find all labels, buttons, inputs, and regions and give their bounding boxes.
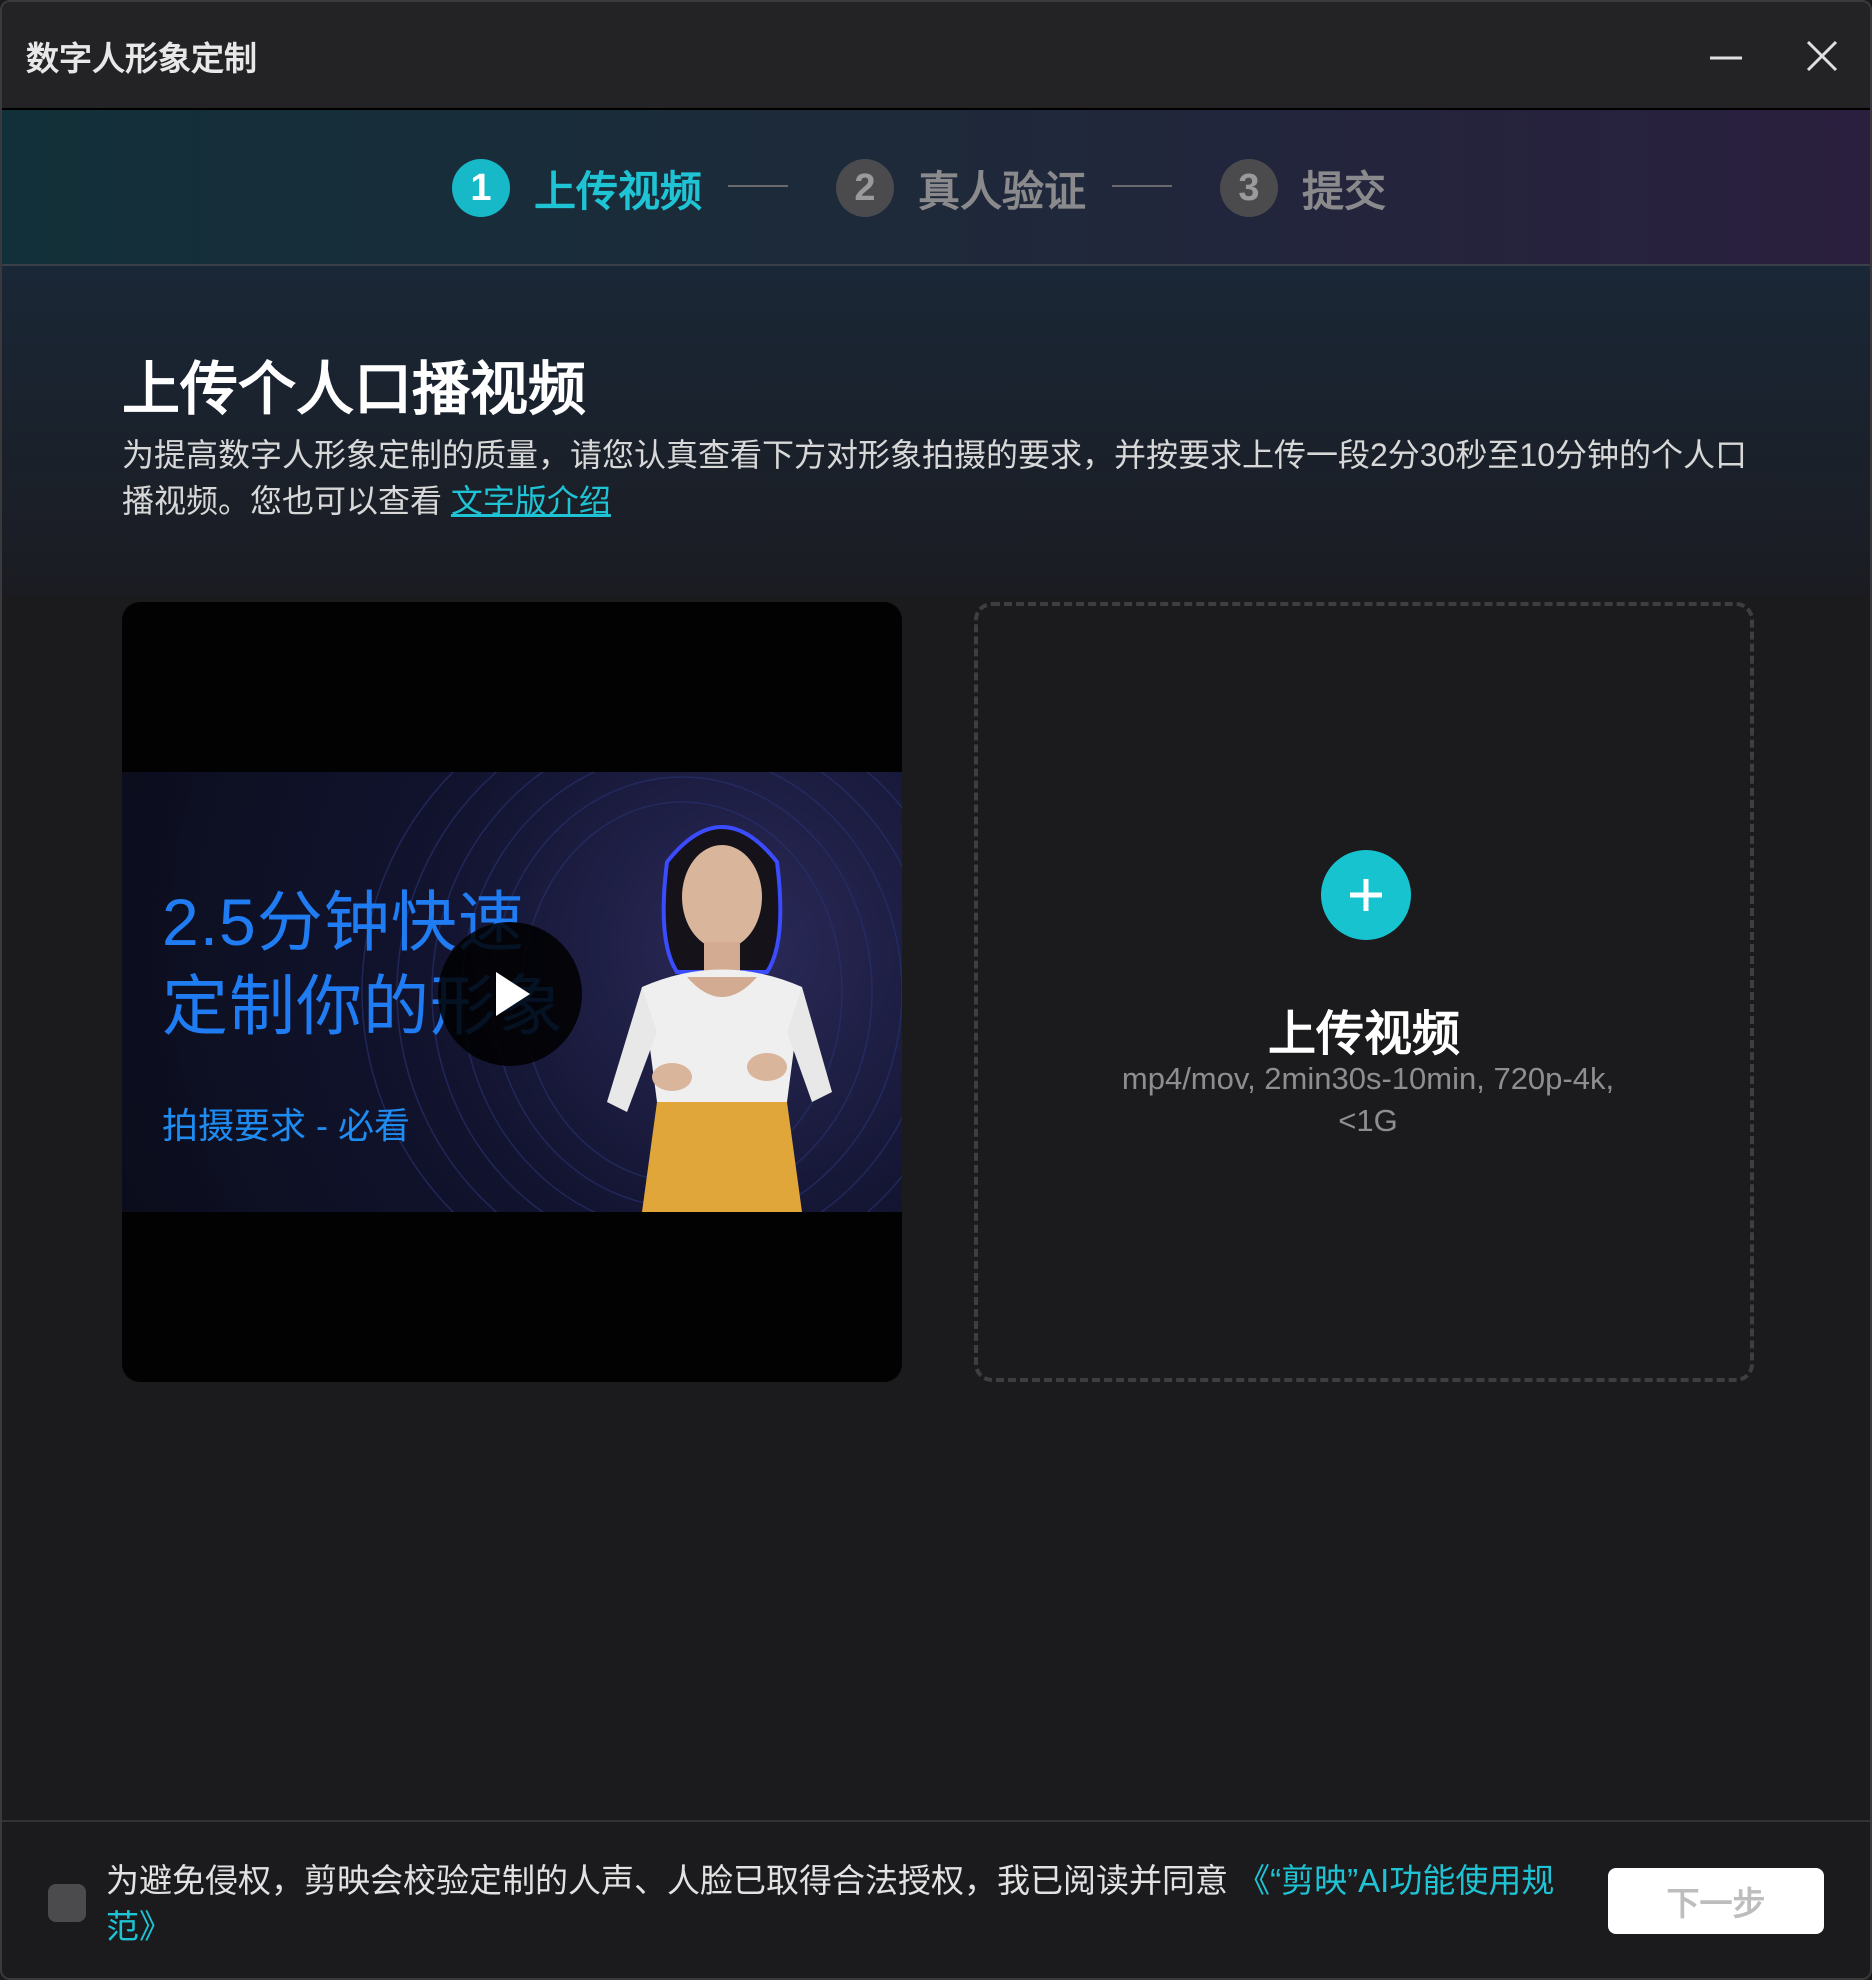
close-icon bbox=[1806, 40, 1838, 72]
minimize-icon bbox=[1710, 56, 1742, 60]
minimize-button[interactable] bbox=[1698, 28, 1754, 84]
tutorial-video-player[interactable]: 2.5分钟快速 定制你的形象 拍摄要求 - 必看 bbox=[122, 602, 902, 1382]
step-label: 提交 bbox=[1302, 167, 1387, 215]
upload-title: 上传视频 bbox=[1267, 1008, 1460, 1061]
agreement-statement: 为避免侵权，剪映会校验定制的人声、人脸已取得合法授权，我已阅读并同意 《“剪映”… bbox=[106, 1858, 1566, 1950]
step-label: 真人验证 bbox=[918, 167, 1087, 215]
play-icon bbox=[496, 972, 530, 1016]
step-label: 上传视频 bbox=[534, 167, 703, 215]
plus-icon bbox=[1350, 879, 1382, 911]
description-text: 为提高数字人形象定制的质量，请您认真查看下方对形象拍摄的要求，并按要求上传一段2… bbox=[122, 437, 1747, 519]
step-upload-video: 1 上传视频 bbox=[452, 158, 702, 218]
step-verification: 2 真人验证 bbox=[836, 158, 1086, 218]
video-upload-dropzone[interactable]: 上传视频 mp4/mov, 2min30s-10min, 720p-4k, <1… bbox=[974, 602, 1754, 1382]
stepper: 1 上传视频 2 真人验证 3 提交 bbox=[2, 110, 1870, 266]
step-number: 1 bbox=[452, 159, 510, 217]
content-header-background bbox=[2, 266, 1870, 596]
app-window: 数字人形象定制 1 上传视频 2 真人验证 3 提交 上传个人口播视频 为提高数… bbox=[0, 0, 1872, 1980]
close-button[interactable] bbox=[1794, 28, 1850, 84]
agreement-text: 为避免侵权，剪映会校验定制的人声、人脸已取得合法授权，我已阅读并同意 bbox=[106, 1862, 1228, 1899]
step-number: 2 bbox=[836, 159, 894, 217]
text-intro-link[interactable]: 文字版介绍 bbox=[451, 483, 611, 519]
video-subtitle: 拍摄要求 - 必看 bbox=[162, 1105, 410, 1146]
title-bar: 数字人形象定制 bbox=[2, 2, 1870, 110]
upload-plus-button[interactable] bbox=[1321, 850, 1411, 940]
upload-format-hint: mp4/mov, 2min30s-10min, 720p-4k, <1G bbox=[1121, 1061, 1615, 1138]
next-step-button[interactable]: 下一步 bbox=[1608, 1868, 1824, 1934]
page-title: 上传个人口播视频 bbox=[122, 357, 587, 422]
step-connector bbox=[1112, 185, 1172, 187]
step-connector bbox=[728, 185, 788, 187]
agreement-checkbox[interactable] bbox=[48, 1884, 86, 1922]
presenter-figure bbox=[607, 825, 832, 1212]
step-submit: 3 提交 bbox=[1220, 158, 1386, 218]
window-title: 数字人形象定制 bbox=[26, 40, 257, 77]
play-button[interactable] bbox=[438, 922, 582, 1066]
page-description: 为提高数字人形象定制的质量，请您认真查看下方对形象拍摄的要求，并按要求上传一段2… bbox=[122, 432, 1762, 524]
step-number: 3 bbox=[1220, 159, 1278, 217]
footer-bar: 为避免侵权，剪映会校验定制的人声、人脸已取得合法授权，我已阅读并同意 《“剪映”… bbox=[2, 1820, 1870, 1978]
